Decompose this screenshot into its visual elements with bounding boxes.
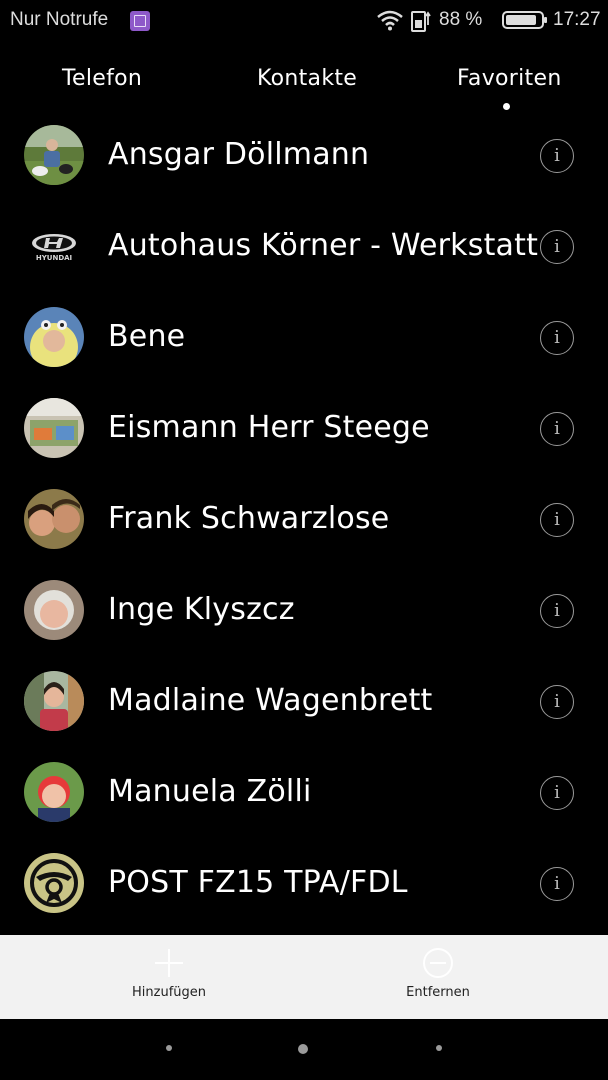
back-button[interactable]	[166, 1045, 172, 1051]
info-icon[interactable]: i	[540, 867, 574, 901]
avatar	[24, 125, 84, 185]
contact-name: Madlaine Wagenbrett	[108, 683, 433, 718]
recent-apps-button[interactable]	[436, 1045, 442, 1051]
info-icon[interactable]: i	[540, 321, 574, 355]
list-item[interactable]: Eismann Herr Steege i	[0, 383, 608, 474]
list-item[interactable]: Madlaine Wagenbrett i	[0, 656, 608, 747]
contact-name: Ansgar Döllmann	[108, 137, 370, 172]
wifi-icon	[377, 10, 403, 31]
info-icon[interactable]: i	[540, 412, 574, 446]
hyundai-logo-text: HYUNDAI	[36, 254, 72, 262]
info-icon[interactable]: i	[540, 139, 574, 173]
avatar	[24, 489, 84, 549]
tab-favoriten[interactable]: Favoriten	[457, 66, 562, 91]
list-item[interactable]: Manuela Zölli i	[0, 747, 608, 838]
add-favorite-label: Hinzufügen	[132, 985, 206, 1000]
contact-name: Manuela Zölli	[108, 774, 312, 809]
avatar	[24, 762, 84, 822]
clock: 17:27	[553, 9, 601, 30]
contact-name: Frank Schwarzlose	[108, 501, 390, 536]
battery-icon	[502, 11, 547, 29]
avatar	[24, 307, 84, 367]
list-item[interactable]: Bene i	[0, 292, 608, 383]
info-icon[interactable]: i	[540, 503, 574, 537]
minus-circle-icon	[423, 948, 453, 978]
home-button[interactable]	[298, 1044, 308, 1054]
contact-name: Bene	[108, 319, 186, 354]
info-icon[interactable]: i	[540, 685, 574, 719]
favorites-action-bar: Hinzufügen Entfernen	[0, 935, 608, 1019]
avatar	[24, 580, 84, 640]
carrier-label: Nur Notrufe	[10, 9, 109, 30]
list-item[interactable]: Frank Schwarzlose i	[0, 474, 608, 565]
battery-percent: 88 %	[439, 9, 483, 30]
sim-data-icon	[411, 11, 431, 32]
info-icon[interactable]: i	[540, 230, 574, 264]
plus-icon	[155, 949, 183, 977]
status-bar: Nur Notrufe 88 % 17:27	[0, 0, 608, 42]
navigation-bar	[0, 1019, 608, 1080]
list-item[interactable]: Inge Klyszcz i	[0, 565, 608, 656]
list-item[interactable]: POST FZ15 TPA/FDL i	[0, 838, 608, 929]
remove-favorite-label: Entfernen	[406, 985, 470, 1000]
contact-name: Autohaus Körner - Werkstatt	[108, 228, 539, 263]
list-item[interactable]: HYUNDAI Autohaus Körner - Werkstatt i	[0, 201, 608, 292]
active-tab-indicator	[503, 103, 510, 110]
notification-app-icon	[130, 11, 150, 31]
tab-kontakte[interactable]: Kontakte	[257, 66, 357, 91]
post-horn-logo-icon	[24, 853, 84, 913]
info-icon[interactable]: i	[540, 594, 574, 628]
tab-bar: Telefon Kontakte Favoriten	[0, 60, 608, 115]
avatar	[24, 398, 84, 458]
hyundai-logo-icon: HYUNDAI	[32, 234, 76, 262]
tab-telefon[interactable]: Telefon	[62, 66, 142, 91]
list-item[interactable]: Ansgar Döllmann i	[0, 110, 608, 201]
contact-name: Inge Klyszcz	[108, 592, 295, 627]
contact-name: Eismann Herr Steege	[108, 410, 430, 445]
info-icon[interactable]: i	[540, 776, 574, 810]
avatar	[24, 671, 84, 731]
add-favorite-button[interactable]: Hinzufügen	[89, 935, 249, 1019]
remove-favorite-button[interactable]: Entfernen	[358, 935, 518, 1019]
favorites-list: Ansgar Döllmann i HYUNDAI Autohaus Körne…	[0, 110, 608, 929]
contact-name: POST FZ15 TPA/FDL	[108, 865, 408, 900]
battery-fill	[506, 15, 536, 25]
